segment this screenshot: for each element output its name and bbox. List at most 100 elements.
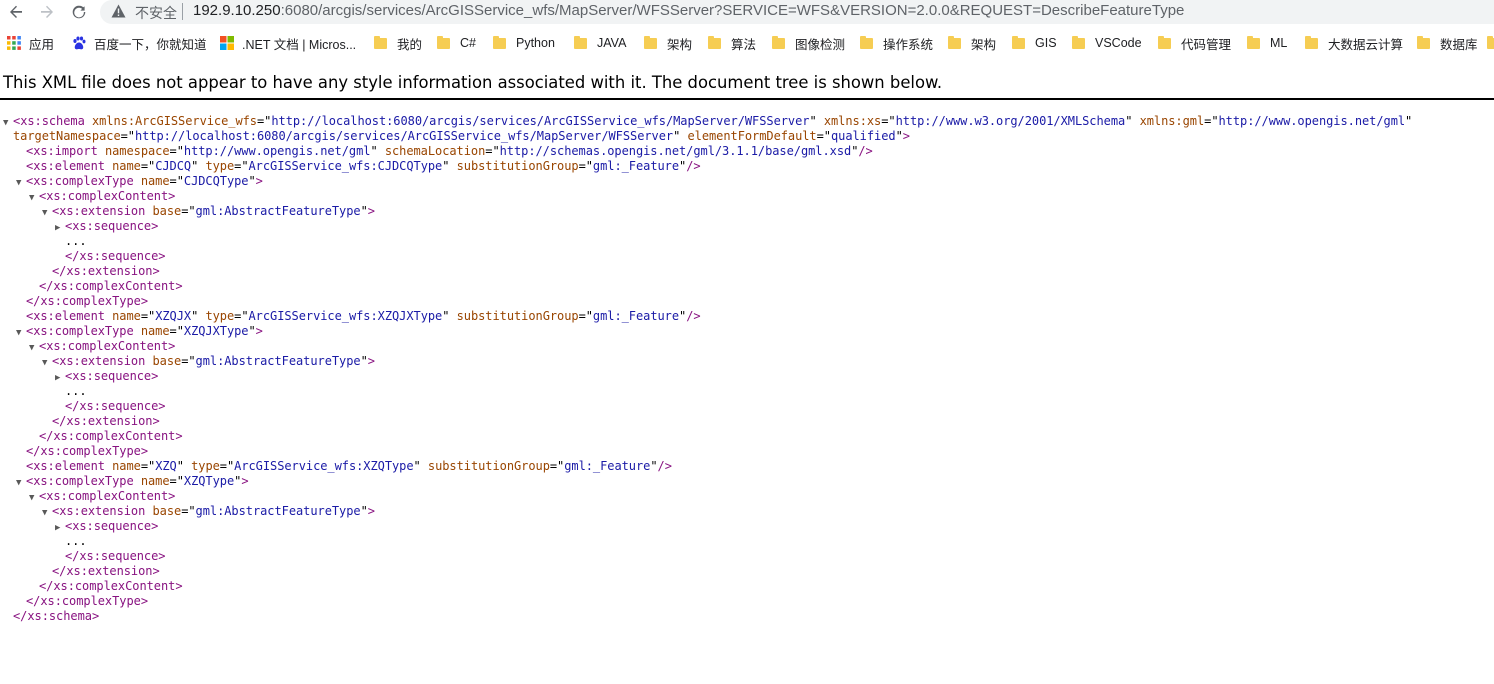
url-text[interactable]: 192.9.10.250:6080/arcgis/services/ArcGIS… — [193, 2, 1184, 19]
tag-name: xs:element — [33, 159, 105, 173]
collapse-triangle-icon[interactable]: ▼ — [3, 116, 8, 131]
expand-triangle-icon[interactable]: ▶ — [55, 221, 60, 236]
reload-button[interactable] — [68, 1, 90, 23]
bookmark-label: GIS — [1035, 36, 1057, 50]
attr-value: http://schemas.opengis.net/gml/3.1.1/bas… — [499, 144, 852, 158]
bookmark-folder[interactable]: 算法 — [708, 32, 756, 54]
attr-value: http://localhost:6080/arcgis/services/Ar… — [271, 114, 810, 128]
folder-icon — [772, 35, 785, 49]
bookmark-folder[interactable]: 代码管理 — [1158, 32, 1231, 54]
folder-icon — [1417, 35, 1430, 49]
forward-button[interactable] — [36, 1, 58, 23]
bookmark-label: 百度一下，你就知道 — [94, 37, 207, 52]
attr-name: base — [152, 204, 182, 218]
xml-sequence-close: </xs:sequence> — [65, 249, 166, 263]
bookmark-label: 算法 — [731, 37, 757, 52]
collapse-triangle-icon[interactable]: ▼ — [16, 176, 21, 191]
tag-name: xs:element — [33, 309, 105, 323]
attr-name: schemaLocation — [384, 144, 486, 158]
attr-value: gml:AbstractFeatureType — [195, 504, 361, 518]
collapse-triangle-icon[interactable]: ▼ — [16, 326, 21, 341]
xml-ellipsis[interactable]: ... — [65, 384, 87, 399]
attr-name: substitutionGroup — [427, 459, 550, 473]
folder-icon — [1305, 35, 1318, 49]
xml-ellipsis[interactable]: ... — [65, 234, 87, 249]
xml-extension-open: <xs:extension base="gml:AbstractFeatureT… — [52, 354, 375, 368]
attr-value: XZQJXType — [183, 324, 249, 338]
collapse-triangle-icon[interactable]: ▼ — [16, 476, 21, 491]
bookmark-folder[interactable]: Python — [493, 32, 555, 54]
xml-complexcontent-open: <xs:complexContent> — [39, 489, 176, 503]
tag-name: xs:sequence — [79, 399, 159, 413]
bookmarks-bar: 应用 百度一下，你就知道 .NET 文档 | Micros... 我的 C# P… — [0, 32, 1494, 56]
back-button[interactable] — [5, 1, 27, 23]
xml-sequence-open: <xs:sequence> — [65, 369, 159, 383]
bookmark-label: 架构 — [667, 37, 693, 52]
xml-extension-close: </xs:extension> — [52, 264, 160, 278]
folder-icon — [948, 35, 961, 49]
collapse-triangle-icon[interactable]: ▼ — [42, 356, 47, 371]
collapse-triangle-icon[interactable]: ▼ — [29, 341, 34, 356]
bookmark-dotnet[interactable]: .NET 文档 | Micros... — [220, 32, 356, 54]
tag-name: xs:sequence — [72, 219, 152, 233]
microsoft-logo-icon — [220, 36, 234, 50]
folder-icon — [860, 35, 873, 49]
bookmark-folder[interactable]: C# — [437, 32, 476, 54]
attr-name: namespace — [104, 144, 170, 158]
bookmark-label: 应用 — [29, 37, 55, 52]
security-label[interactable]: 不安全 — [135, 3, 177, 23]
bookmark-folder[interactable]: 我的 — [374, 32, 422, 54]
xml-complextype-close: </xs:complexType> — [26, 594, 148, 608]
bookmark-folder[interactable]: 大数据云计算 — [1305, 32, 1403, 54]
xml-element: <xs:element name="XZQJX" type="ArcGISSer… — [26, 309, 701, 323]
xml-schema-open: <xs:schema xmlns:ArcGISService_wfs="http… — [13, 114, 1413, 128]
attr-name: xmlns:gml — [1139, 114, 1205, 128]
warning-icon[interactable] — [111, 4, 126, 18]
xml-style-notice: This XML file does not appear to have an… — [3, 73, 943, 92]
xml-complexcontent-close: </xs:complexContent> — [39, 429, 183, 443]
tag-name: xs:element — [33, 459, 105, 473]
expand-triangle-icon[interactable]: ▶ — [55, 521, 60, 536]
attr-value: http://www.opengis.net/gml — [183, 144, 371, 158]
bookmark-baidu[interactable]: 百度一下，你就知道 — [72, 32, 207, 54]
bookmark-folder[interactable]: ML — [1247, 32, 1287, 54]
xml-extension-open: <xs:extension base="gml:AbstractFeatureT… — [52, 504, 375, 518]
bookmark-folder[interactable]: 操作系统 — [860, 32, 933, 54]
bookmark-label: .NET 文档 | Micros... — [242, 37, 357, 52]
expand-triangle-icon[interactable]: ▶ — [55, 371, 60, 386]
xml-complextype-open: <xs:complexType name="CJDCQType"> — [26, 174, 263, 188]
bookmark-folder[interactable]: 数据库 — [1417, 32, 1478, 54]
attr-name: name — [112, 459, 141, 473]
bookmark-label: ML — [1270, 36, 1288, 50]
attr-value: XZQJX — [155, 309, 192, 323]
folder-icon — [1012, 35, 1025, 49]
xml-complexcontent-close: </xs:complexContent> — [39, 279, 183, 293]
bookmark-folder[interactable]: VSCode — [1072, 32, 1142, 54]
attr-name: name — [140, 324, 170, 338]
bookmark-label: JAVA — [597, 36, 627, 50]
collapse-triangle-icon[interactable]: ▼ — [42, 506, 47, 521]
tag-name: xs:complexContent — [53, 279, 176, 293]
bookmark-label: VSCode — [1095, 36, 1142, 50]
attr-name: base — [152, 354, 182, 368]
bookmark-apps[interactable]: 应用 — [7, 32, 54, 54]
bookmark-folder-partial[interactable] — [1487, 32, 1494, 54]
tag-name: xs:complexContent — [46, 189, 169, 203]
bookmark-folder[interactable]: 图像检测 — [772, 32, 845, 54]
bookmark-folder[interactable]: GIS — [1012, 32, 1057, 54]
xml-ellipsis[interactable]: ... — [65, 534, 87, 549]
arrow-right-icon — [41, 5, 53, 18]
bookmark-folder[interactable]: JAVA — [574, 32, 626, 54]
tag-name: xs:sequence — [79, 549, 159, 563]
bookmark-folder[interactable]: 架构 — [644, 32, 692, 54]
attr-value: http://www.opengis.net/gml — [1218, 114, 1406, 128]
attr-value: gml:_Feature — [592, 159, 680, 173]
collapse-triangle-icon[interactable]: ▼ — [29, 191, 34, 206]
collapse-triangle-icon[interactable]: ▼ — [29, 491, 34, 506]
xml-schema-close: </xs:schema> — [13, 609, 100, 623]
collapse-triangle-icon[interactable]: ▼ — [42, 206, 47, 221]
bookmark-folder[interactable]: 架构 — [948, 32, 996, 54]
folder-icon — [574, 35, 587, 49]
tag-name: xs:extension — [59, 354, 146, 368]
attr-value: gml:_Feature — [592, 309, 680, 323]
